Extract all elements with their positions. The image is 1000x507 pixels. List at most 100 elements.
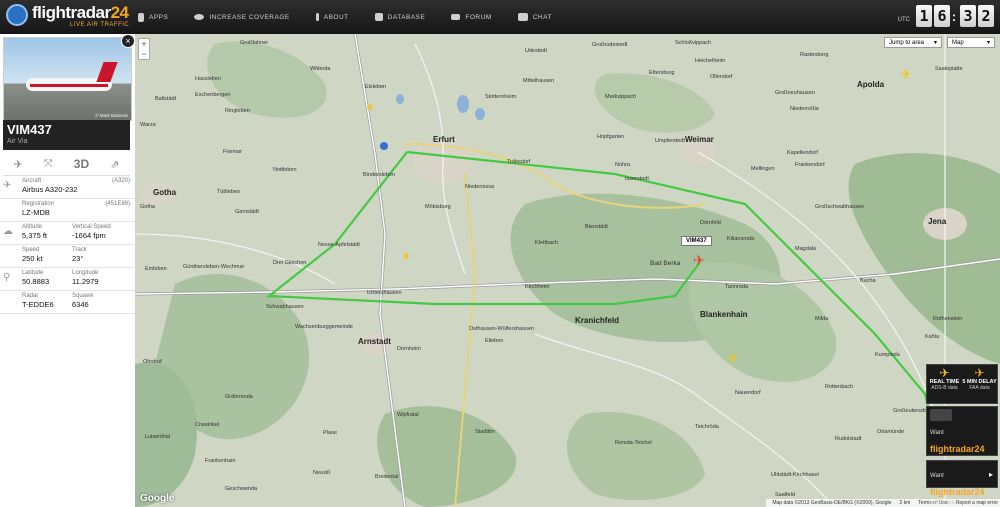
town-label: Breitental: [375, 474, 399, 480]
longitude-value: 11.2979: [72, 277, 99, 286]
google-logo[interactable]: Google: [140, 493, 174, 504]
follow-icon[interactable]: ⤧: [44, 158, 53, 171]
mobile-app-promo[interactable]: Want flightradar24 on your phone, tablet…: [926, 406, 998, 469]
selected-aircraft-icon[interactable]: ✈: [693, 252, 705, 269]
altitude-row: ☁ Altitude 5,375 ft Vertical Speed -1664…: [0, 222, 135, 245]
jump-to-area-select[interactable]: Jump to area ▾: [884, 37, 942, 48]
town-label: Möbisburg: [425, 204, 451, 210]
aircraft-icon[interactable]: ✈: [727, 350, 739, 367]
latitude-value: 50.8883: [22, 277, 50, 286]
town-label: Dornheim: [397, 346, 421, 352]
promo-description: without ads?: [930, 500, 959, 506]
photo-credit: © Mark Babinski: [95, 113, 128, 118]
no-ads-promo[interactable]: Want flightradar24 without ads? ▸: [926, 460, 998, 506]
lake: [396, 94, 404, 104]
city-label: Weimar: [685, 135, 714, 144]
zoom-out-button[interactable]: −: [139, 49, 149, 59]
aircraft-tail-shape: [96, 62, 118, 82]
close-panel-button[interactable]: ×: [121, 34, 135, 48]
airline-name: Air Via: [7, 138, 28, 145]
aircraft-cell: Aircraft Airbus A320-232 (A320): [22, 178, 130, 195]
map-terrain: [135, 34, 1000, 507]
speed-value: 250 kt: [22, 254, 43, 263]
speed-cell: Speed 250 kt: [22, 247, 42, 264]
nav-database[interactable]: DATABASE: [374, 13, 426, 21]
town-label: Osthausen-Wülfershausen: [469, 326, 535, 332]
town-label: Mellingen: [751, 166, 775, 172]
radar-label: Radar: [22, 293, 39, 299]
tablet-icon: [930, 409, 952, 421]
route-icon[interactable]: ✈: [14, 158, 23, 171]
town-label: Hassleben: [195, 76, 221, 82]
map-type-select[interactable]: Map ▾: [947, 37, 995, 48]
town-label: Bindersleben: [363, 172, 396, 178]
nav-apps[interactable]: APPS: [138, 12, 168, 22]
town-label: Remda-Teichel: [615, 440, 652, 446]
highway-exit-icon: [403, 253, 409, 259]
nav-chat[interactable]: CHAT: [517, 13, 552, 21]
town-label: Großschwabhausen: [815, 204, 865, 210]
town-label: Kahla: [925, 334, 940, 340]
plane-icon: ✈: [3, 180, 12, 191]
registration-hex: (451E89): [105, 201, 130, 207]
town-label: Günthersleben-Wechmar: [183, 264, 245, 270]
database-icon: [374, 13, 383, 21]
registration-row: Registration LZ-MDB (451E89): [0, 199, 135, 222]
town-label: Elxleben: [365, 84, 387, 90]
highway-exit-icon: [367, 104, 373, 110]
cloud-icon: ☁: [3, 226, 13, 237]
town-label: Heichelheim: [695, 58, 726, 64]
radar-value: T-EDDE6: [22, 300, 54, 309]
town-label: Markvippach: [605, 94, 637, 100]
adsb-label: ADS-B data: [931, 385, 958, 391]
utc-clock: UTC 1 6 : 3 2: [898, 5, 994, 27]
nav-increase-coverage[interactable]: INCREASE COVERAGE: [194, 14, 289, 21]
town-label: Nohra: [615, 162, 630, 168]
nav-about[interactable]: ABOUT: [315, 13, 349, 21]
logo-text: flightradar24: [32, 3, 129, 22]
track-cell: Track 23°: [72, 247, 87, 264]
squawk-value: 6346: [72, 300, 89, 309]
city-label: Blankenhain: [700, 310, 748, 319]
forest-area: [594, 73, 715, 133]
location-pin-icon[interactable]: [380, 142, 388, 150]
town-label: Stotternheim: [485, 94, 517, 100]
clock-digit: 3: [960, 5, 976, 27]
attribution-text: Map data ©2013 GeoBasis-DE/BKG (©2009), …: [772, 500, 892, 506]
map-canvas[interactable]: ✈ ✈ ✈ VIM437 Erfurt Weimar Jena Gotha Ar…: [135, 34, 1000, 507]
town-label: Uhlstädt-Kirchhasel: [771, 472, 819, 478]
aircraft-photo[interactable]: © Mark Babinski: [3, 37, 132, 121]
chat-icon: [517, 13, 528, 21]
flightradar24-logo[interactable]: flightradar24 LIVE AIR TRAFFIC: [6, 3, 134, 31]
nav-forum[interactable]: FORUM: [451, 14, 491, 21]
town-label: Niederroßla: [790, 106, 819, 112]
flight-label[interactable]: VIM437: [681, 236, 712, 246]
zoom-in-button[interactable]: +: [139, 39, 149, 49]
forest-area: [566, 412, 705, 501]
town-label: Tüttleben: [217, 189, 240, 195]
chevron-right-icon: ▸: [988, 470, 993, 479]
map-type-label: Map: [952, 40, 964, 46]
town-label: Großneuhausen: [775, 90, 815, 96]
vertical-speed-cell: Vertical Speed -1664 fpm: [72, 224, 111, 241]
view-3d-button[interactable]: 3D: [74, 157, 89, 171]
town-label: Geschwenda: [225, 486, 258, 492]
promo-brand: flightradar24: [930, 444, 985, 454]
clock-colon: :: [951, 8, 957, 24]
town-label: Frankenhain: [205, 458, 236, 464]
satellite-icon: ⚲: [3, 272, 11, 283]
chevron-down-icon: ▾: [933, 40, 937, 46]
promo-brand: flightradar24: [930, 487, 985, 497]
town-label: Plaue: [323, 430, 338, 436]
delay-legend: ✈ 5 MIN DELAY FAA data: [962, 365, 997, 403]
city-label: Jena: [928, 217, 947, 226]
town-label: Saalfeld: [775, 492, 795, 498]
town-label: Wachsenburggemeinde: [295, 324, 353, 330]
town-label: Crawinkel: [195, 422, 220, 428]
share-icon[interactable]: ⇗: [110, 158, 119, 171]
callsign-bar: VIM437 Air Via: [3, 120, 130, 150]
town-label: Udestedt: [525, 48, 548, 54]
town-label: Kiliansroda: [727, 236, 755, 242]
aircraft-icon[interactable]: ✈: [900, 66, 912, 83]
promo-want: Want: [930, 430, 944, 436]
